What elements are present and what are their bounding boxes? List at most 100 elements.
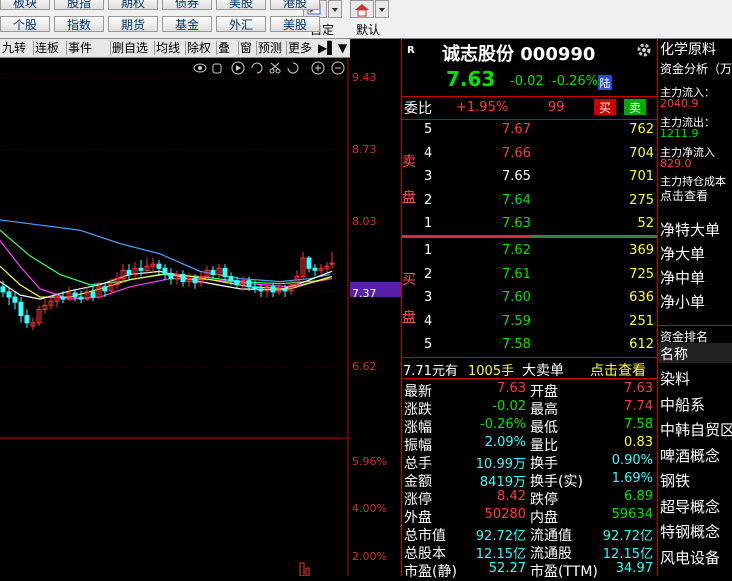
net-item[interactable]: 净小单 (660, 291, 705, 312)
order-price: 7.63 (502, 216, 531, 231)
wei-cha-value: 99 (548, 100, 565, 115)
stat-label: 最低 (530, 420, 558, 436)
stat-value: 8419万 (479, 475, 526, 490)
stat-value: -0.02 (492, 399, 526, 414)
order-level: 4 (424, 145, 433, 161)
sell-button[interactable]: 卖 (624, 99, 646, 115)
toolbar-button[interactable]: 股指 (54, 0, 104, 10)
chart-tool-0[interactable]: 九转 (2, 40, 26, 56)
price-tick: 6.62 (352, 360, 377, 373)
order-volume: 52 (637, 216, 654, 231)
sell-label: 盘 (402, 190, 416, 206)
toolbar-button[interactable]: 期权 (108, 0, 158, 10)
gear-icon[interactable] (636, 42, 652, 62)
candle-body (78, 296, 84, 300)
candle-body (162, 267, 168, 275)
custom-dropdown-icon[interactable] (328, 0, 342, 18)
net-item[interactable]: 净大单 (660, 243, 705, 264)
stat-value: 10.99万 (475, 457, 526, 472)
big-order-link[interactable]: 点击查看 (590, 360, 646, 380)
concept-item[interactable]: 中韩自贸区 (660, 419, 732, 440)
candle-body (222, 267, 228, 278)
concept-item[interactable]: 超导概念 (660, 496, 720, 517)
toolbar-button[interactable]: 外汇 (216, 16, 266, 32)
stat-value: 7.63 (624, 381, 653, 396)
concept-item[interactable]: 特钢概念 (660, 521, 720, 542)
chart-dropdown-icon[interactable]: ▼ (338, 40, 347, 56)
price-tick: 8.73 (352, 143, 377, 156)
chart-tool-1[interactable]: 连板 (35, 40, 59, 56)
net-item[interactable]: 净中单 (660, 267, 705, 288)
chart-tool-6[interactable]: 叠 (218, 40, 230, 56)
concept-item[interactable]: 染料 (660, 368, 690, 389)
chart-tool-9[interactable]: 更多 (288, 40, 312, 56)
stat-value: 8.42 (497, 489, 526, 504)
stat-value: 6.89 (624, 489, 653, 504)
stat-label: 内盘 (530, 510, 558, 526)
stat-value: 50280 (484, 507, 526, 522)
toolbar-button[interactable]: 指数 (54, 16, 104, 32)
net-item[interactable]: 净特大单 (660, 219, 720, 240)
candle-body (228, 276, 234, 282)
candle-body (90, 291, 96, 298)
toolbar-button[interactable]: 港股 (270, 0, 320, 10)
stat-label: 总股本 (404, 546, 446, 562)
concept-item[interactable]: 钢铁 (660, 470, 690, 491)
hold-link[interactable]: 点击查看 (660, 187, 708, 204)
concept-item[interactable]: 中船系 (660, 394, 705, 415)
ask-bar (402, 235, 530, 238)
default-dropdown-icon[interactable] (375, 0, 389, 18)
chart-tool-8[interactable]: 预测 (258, 40, 282, 56)
stat-value: 52.27 (488, 561, 526, 576)
candle-body (6, 291, 12, 298)
stat-value: 12.15亿 (475, 547, 526, 562)
stat-label: 涨停 (404, 492, 432, 508)
stat-label: 跌停 (530, 492, 558, 508)
top-toolbar: 自定 默认 板块 股指 期权 债券 美股 港股 个股 指数 期货 基金 外汇 美股 (0, 0, 732, 39)
candle-body (282, 288, 288, 292)
toolbar-button[interactable]: 个股 (0, 16, 50, 32)
order-price: 7.59 (502, 313, 531, 329)
toolbar-button[interactable]: 美股 (216, 0, 266, 10)
buy-button[interactable]: 买 (594, 99, 616, 115)
big-order-row[interactable]: 7.71元有 1005手 大卖单 点击查看 (402, 357, 657, 379)
chart-tool-4[interactable]: 均线 (156, 40, 180, 56)
price-tick: 8.03 (352, 215, 377, 228)
price-change: -0.02 (510, 74, 544, 89)
stat-value: 2.09% (484, 435, 526, 450)
stat-label: 开盘 (530, 384, 558, 400)
name-header: 名称 (660, 347, 688, 363)
chart-tool-2[interactable]: 事件 (68, 40, 92, 56)
candle-body (306, 257, 312, 269)
candle-body (192, 278, 198, 284)
concept-item[interactable]: 啤酒概念 (660, 445, 720, 466)
order-volume: 762 (629, 122, 654, 137)
buy-label: 买 (402, 272, 416, 288)
toolbar-button[interactable]: 债券 (162, 0, 212, 10)
chart-nav-icon[interactable]: ▶▌ (318, 40, 336, 56)
order-price: 7.58 (502, 337, 531, 352)
candle-body (60, 296, 66, 300)
current-price: 7.63 (446, 67, 496, 91)
toolbar-button[interactable]: 基金 (162, 16, 212, 32)
toolbar-button[interactable]: 板块 (0, 0, 50, 10)
kline-chart[interactable] (0, 58, 400, 576)
right-sidebar: 化学原料 资金分析（万 主力流入： 2040.9 主力流出： 1211.9 主力… (657, 39, 732, 576)
price-tick: 9.43 (352, 71, 377, 84)
chart-tool-3[interactable]: 删自选 (112, 40, 148, 56)
main-net-value: 829.0 (660, 157, 692, 170)
stat-value: 92.72亿 (602, 529, 653, 544)
chart-tool-5[interactable]: 除权 (187, 40, 211, 56)
concept-item[interactable]: 风电设备 (660, 547, 720, 568)
order-level: 3 (424, 169, 433, 184)
toolbar-button[interactable]: 美股 (270, 16, 320, 32)
stat-label: 最新 (404, 384, 432, 400)
ma-line-white (0, 270, 333, 300)
chart-tool-7[interactable]: 窗 (240, 40, 252, 56)
toolbar-button[interactable]: 期货 (108, 16, 158, 32)
order-level: 4 (424, 313, 433, 329)
order-volume: 636 (629, 290, 654, 305)
home-icon[interactable] (350, 0, 374, 18)
candle-body (246, 280, 252, 288)
sector-title: 化学原料 (660, 42, 716, 58)
